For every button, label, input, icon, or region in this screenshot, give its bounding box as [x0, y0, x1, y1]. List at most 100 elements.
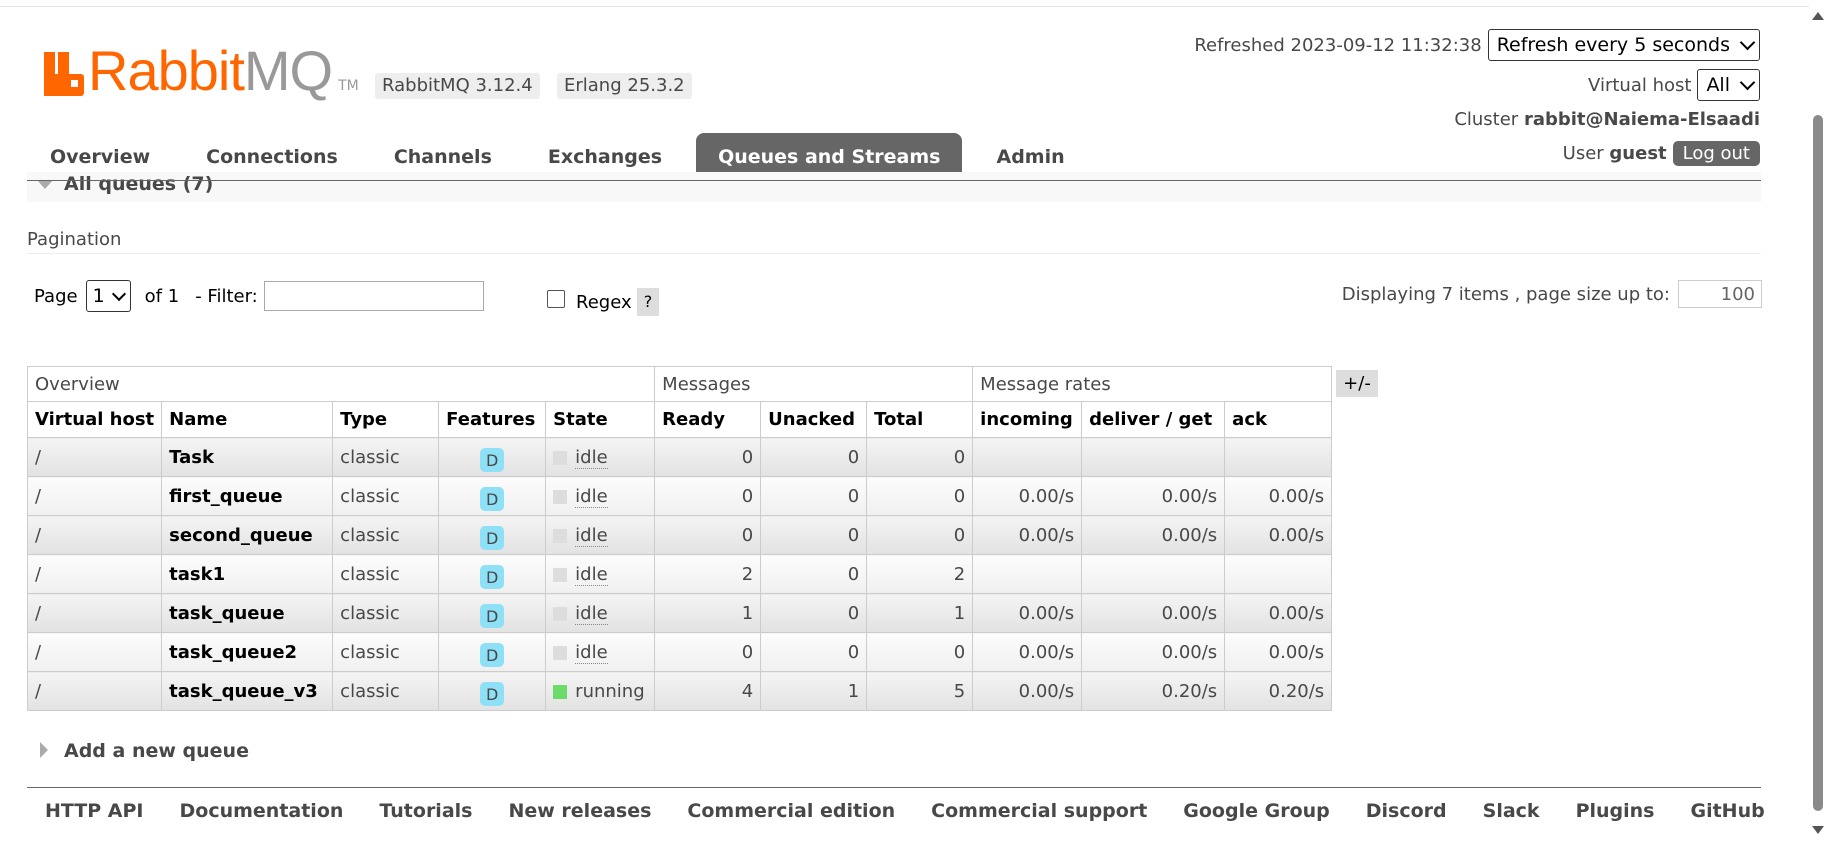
- group-header-messages: Messages: [654, 366, 974, 402]
- col-type[interactable]: Type: [332, 401, 440, 438]
- page-size-input[interactable]: 100: [1678, 280, 1762, 308]
- row-state: idle: [545, 437, 656, 477]
- footer-link-documentation[interactable]: Documentation: [180, 800, 344, 822]
- row-features: D: [438, 515, 547, 555]
- row-features: D: [438, 593, 547, 633]
- row-vhost: /: [26, 671, 163, 711]
- col-state[interactable]: State: [545, 401, 656, 438]
- footer-link-slack[interactable]: Slack: [1483, 800, 1540, 822]
- user-label: User: [1562, 142, 1604, 164]
- scroll-down-arrow-icon[interactable]: [1812, 826, 1824, 834]
- row-unacked: 0: [760, 554, 868, 594]
- row-ack-rate: 0.20/s: [1224, 671, 1333, 711]
- footer-link-commercial-support[interactable]: Commercial support: [931, 800, 1147, 822]
- chevron-down-icon: [1739, 34, 1756, 51]
- row-ready: 1: [654, 593, 762, 633]
- footer-link-new-releases[interactable]: New releases: [508, 800, 651, 822]
- filter-input[interactable]: [263, 281, 484, 311]
- tab-underline: [27, 180, 1761, 181]
- table-row[interactable]: / task_queue_v3 classic Drunning 4 1 5 0.00/s 0.…: [26, 671, 1333, 711]
- toggle-columns-button[interactable]: +/-: [1336, 370, 1378, 397]
- row-type: classic: [332, 593, 440, 633]
- cluster-name: rabbit@Naiema-Elsaadi: [1523, 108, 1760, 130]
- col-unacked[interactable]: Unacked: [760, 401, 868, 438]
- row-name[interactable]: second_queue: [161, 515, 334, 555]
- row-vhost: /: [26, 554, 163, 594]
- table-row[interactable]: / task_queue classic Didle 1 0 1 0.00/s 0.00/s 0.…: [26, 593, 1333, 633]
- all-queues-section-header[interactable]: All queues (7): [27, 172, 1761, 202]
- col-features[interactable]: Features: [438, 401, 547, 438]
- scrollbar-thumb[interactable]: [1813, 115, 1823, 811]
- scroll-up-arrow-icon[interactable]: [1812, 12, 1824, 20]
- row-name[interactable]: task_queue_v3: [161, 671, 334, 711]
- row-features: D: [438, 554, 547, 594]
- group-header-overview: Overview: [26, 366, 656, 402]
- row-features: D: [438, 476, 547, 516]
- footer-link-discord[interactable]: Discord: [1366, 800, 1447, 822]
- row-state: idle: [545, 593, 656, 633]
- add-new-queue-toggle[interactable]: Add a new queue: [40, 740, 249, 762]
- vertical-scrollbar[interactable]: [1809, 0, 1842, 849]
- state-label: idle: [575, 602, 608, 625]
- footer-link-github[interactable]: GitHub: [1690, 800, 1764, 822]
- row-name[interactable]: task1: [161, 554, 334, 594]
- row-total: 0: [866, 515, 974, 555]
- row-name[interactable]: task_queue2: [161, 632, 334, 672]
- row-type: classic: [332, 437, 440, 477]
- row-ready: 0: [654, 515, 762, 555]
- row-vhost: /: [26, 476, 163, 516]
- logout-button[interactable]: Log out: [1672, 140, 1760, 166]
- row-name[interactable]: Task: [161, 437, 334, 477]
- row-total: 2: [866, 554, 974, 594]
- col-virtual-host[interactable]: Virtual host: [26, 401, 163, 438]
- durable-badge: D: [480, 448, 505, 472]
- cluster-label: Cluster: [1454, 108, 1519, 130]
- table-row[interactable]: / second_queue classic Didle 0 0 0 0.00/s 0.00/s…: [26, 515, 1333, 555]
- table-row[interactable]: / first_queue classic Didle 0 0 0 0.00/s 0.00/s 0…: [26, 476, 1333, 516]
- table-row[interactable]: / Task classic Didle 0 0 0: [26, 437, 1333, 477]
- col-ready[interactable]: Ready: [654, 401, 762, 438]
- chevron-down-icon: [1739, 74, 1756, 91]
- col-deliver-get[interactable]: deliver / get: [1081, 401, 1226, 438]
- collapse-triangle-icon: [37, 180, 53, 189]
- row-total: 0: [866, 632, 974, 672]
- page: RabbitMQ TM RabbitMQ 3.12.4 Erlang 25.3.…: [0, 0, 1842, 849]
- table-row[interactable]: / task_queue2 classic Didle 0 0 0 0.00/s 0.00/s 0…: [26, 632, 1333, 672]
- page-of-label: of 1: [144, 285, 180, 307]
- state-running-indicator-icon: [553, 684, 568, 699]
- rabbitmq-logo[interactable]: RabbitMQ TM: [44, 43, 359, 99]
- regex-help-button[interactable]: ?: [637, 288, 659, 316]
- row-name[interactable]: task_queue: [161, 593, 334, 633]
- state-label: idle: [575, 446, 608, 469]
- row-unacked: 0: [760, 437, 868, 477]
- vhost-select[interactable]: All: [1697, 69, 1760, 101]
- durable-badge: D: [480, 643, 505, 667]
- row-deliver-rate: [1081, 554, 1226, 594]
- col-name[interactable]: Name: [161, 401, 334, 438]
- regex-checkbox[interactable]: [547, 290, 565, 308]
- col-incoming[interactable]: incoming: [972, 401, 1083, 438]
- durable-badge: D: [480, 487, 505, 511]
- footer-link-tutorials[interactable]: Tutorials: [379, 800, 472, 822]
- footer-link-google-group[interactable]: Google Group: [1183, 800, 1329, 822]
- row-deliver-rate: 0.00/s: [1081, 632, 1226, 672]
- row-deliver-rate: [1081, 437, 1226, 477]
- state-idle-indicator-icon: [553, 450, 568, 465]
- row-state: idle: [545, 632, 656, 672]
- footer-link-plugins[interactable]: Plugins: [1576, 800, 1655, 822]
- user-name: guest: [1609, 142, 1667, 164]
- row-total: 5: [866, 671, 974, 711]
- state-idle-indicator-icon: [553, 606, 568, 621]
- row-name[interactable]: first_queue: [161, 476, 334, 516]
- footer-link-commercial-edition[interactable]: Commercial edition: [687, 800, 895, 822]
- refresh-interval-select[interactable]: Refresh every 5 seconds: [1487, 29, 1760, 61]
- row-ready: 4: [654, 671, 762, 711]
- page-select[interactable]: 1: [85, 280, 131, 312]
- table-row[interactable]: / task1 classic Didle 2 0 2: [26, 554, 1333, 594]
- row-incoming-rate: 0.00/s: [972, 515, 1083, 555]
- row-state: idle: [545, 476, 656, 516]
- footer-link-http-api[interactable]: HTTP API: [45, 800, 144, 822]
- col-total[interactable]: Total: [866, 401, 974, 438]
- row-type: classic: [332, 476, 440, 516]
- col-ack[interactable]: ack: [1224, 401, 1333, 438]
